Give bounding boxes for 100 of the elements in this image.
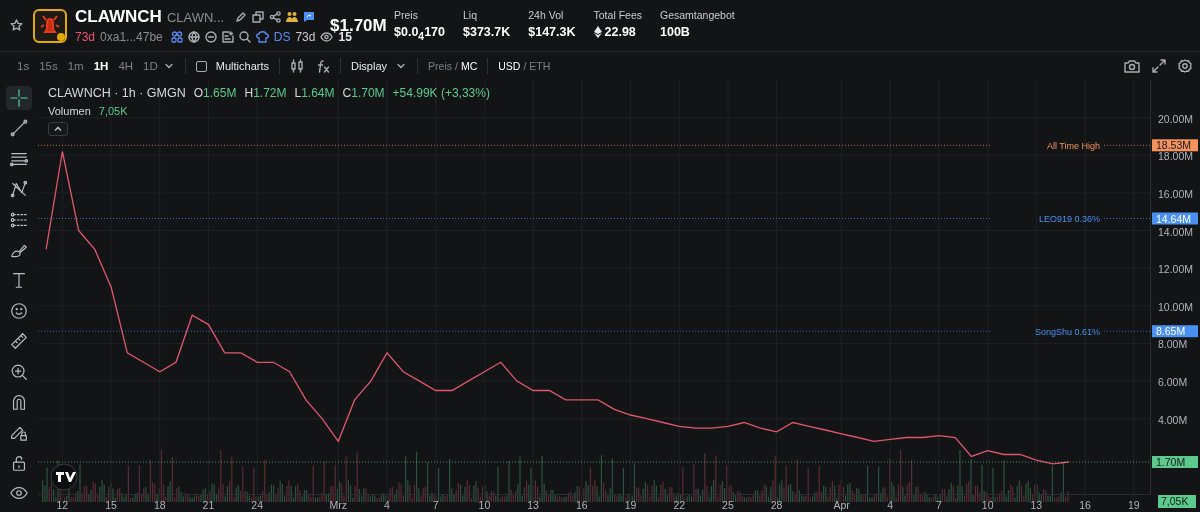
- date-axis-label: 16: [1079, 499, 1091, 511]
- volume-value: 7,05K: [98, 105, 128, 117]
- stat-value: 100B: [660, 25, 690, 40]
- camera-icon[interactable]: [1124, 59, 1140, 73]
- candles-icon[interactable]: [290, 59, 304, 73]
- stat-label: Gesamtangebot: [660, 9, 735, 22]
- stat-value: 22.98: [604, 25, 636, 40]
- date-axis-label: 12: [56, 499, 69, 511]
- date-axis-label: 7: [936, 499, 942, 511]
- people-icon[interactable]: [170, 31, 183, 43]
- pattern-icon: [9, 179, 29, 200]
- date-axis-label: 22: [673, 499, 686, 511]
- star-icon[interactable]: [10, 19, 23, 32]
- display-menu[interactable]: Display: [351, 60, 388, 72]
- stat-label: 24h Vol: [528, 9, 565, 22]
- price-axis-label: 4.00M: [1158, 413, 1188, 426]
- toggle-option[interactable]: USD: [498, 60, 521, 72]
- price-axis-label: 18.00M: [1158, 150, 1194, 163]
- date-axis-label: 18: [153, 499, 166, 511]
- toggle-separator: /: [523, 60, 527, 72]
- logo-icon: [50, 463, 78, 491]
- date-axis-label: 19: [1127, 499, 1140, 511]
- stat-value: $373.7K: [463, 25, 511, 40]
- eye-icon: [320, 31, 334, 43]
- date-axis-label: Apr: [833, 499, 850, 511]
- note-icon[interactable]: [221, 31, 234, 43]
- date-axis-label: 19: [624, 499, 637, 511]
- crosshair-tool[interactable]: [6, 86, 32, 110]
- price-line-label: All Time High: [1047, 140, 1100, 151]
- trend-line-icon: [9, 118, 29, 139]
- interval-tab[interactable]: 1H: [88, 60, 114, 72]
- token-symbol: CLAWNCH: [75, 7, 162, 27]
- date-axis-label: Mrz: [329, 499, 348, 511]
- search-icon[interactable]: [238, 31, 251, 43]
- interval-tab[interactable]: 1s: [12, 60, 35, 72]
- date-axis-label: 4: [887, 499, 894, 511]
- chef-hat-icon[interactable]: [255, 31, 269, 43]
- price-tag: 8.65M: [1152, 325, 1198, 338]
- expand-icon[interactable]: [1152, 59, 1166, 73]
- date-axis-label: 28: [770, 499, 783, 511]
- ds-label: DS: [273, 30, 291, 44]
- volume-label: Volumen: [48, 105, 91, 117]
- date-axis-label: 7: [432, 499, 439, 511]
- volume-tag: 7,05K: [1158, 495, 1196, 508]
- price-axis-label: 6.00M: [1158, 376, 1188, 389]
- interval-tab[interactable]: 1m: [62, 60, 89, 72]
- date-axis-label: 15: [105, 499, 117, 511]
- price-tag: 18.53M: [1152, 139, 1198, 152]
- interval-tab[interactable]: 15s: [34, 60, 63, 72]
- price-axis-label: 14.00M: [1158, 225, 1194, 238]
- globe-icon[interactable]: [187, 31, 200, 43]
- chat-icon[interactable]: [303, 11, 316, 23]
- ohlc-value: H1.72M: [244, 86, 287, 100]
- ohlc-value: C1.70M: [342, 86, 385, 100]
- share-icon[interactable]: [269, 11, 282, 23]
- ds-age: 73d: [295, 30, 316, 44]
- collapse-button[interactable]: [48, 122, 68, 136]
- ethereum-icon: [593, 26, 602, 39]
- price-axis-label: 8.00M: [1158, 338, 1188, 351]
- copy-icon[interactable]: [252, 11, 265, 23]
- price-tag: 14.64M: [1152, 212, 1198, 225]
- settings-icon[interactable]: [1178, 59, 1192, 73]
- toggle-option[interactable]: ETH: [529, 60, 551, 72]
- checkbox[interactable]: [195, 60, 207, 72]
- price-axis-label: 16.00M: [1158, 187, 1194, 200]
- token-name: CLAWN...: [166, 9, 225, 25]
- smiley-icon: [9, 300, 29, 321]
- toggle-option[interactable]: MC: [460, 60, 478, 72]
- date-axis-label: 13: [1030, 499, 1043, 511]
- contract-address[interactable]: 0xa1...47be: [100, 30, 163, 44]
- chart-title: CLAWNCH · 1h · GMGN: [48, 86, 186, 100]
- date-axis-label: 24: [251, 499, 263, 511]
- interval-tab[interactable]: 4H: [113, 60, 139, 72]
- date-axis-label: 21: [202, 499, 215, 511]
- ohlc-value: L1.64M: [294, 86, 335, 100]
- stat-label: Total Fees: [593, 9, 642, 22]
- minus-circle-icon[interactable]: [204, 31, 217, 43]
- price-tag: 1.70M: [1152, 456, 1198, 468]
- interval-tab[interactable]: 1D: [138, 60, 163, 72]
- pencil-icon[interactable]: [235, 11, 248, 23]
- stat-label: Preis: [394, 9, 419, 22]
- ohlc-value: O1.65M: [193, 86, 237, 100]
- date-axis-label: 25: [722, 499, 734, 511]
- caret-icon: [54, 126, 62, 132]
- price-line-label: LEO919 0.36%: [1038, 214, 1100, 224]
- watcher-count: 15: [338, 30, 352, 44]
- date-axis-label: 10: [478, 499, 491, 511]
- price-change: +54.99K (+3,33%): [392, 86, 490, 100]
- function-icon[interactable]: [316, 59, 330, 73]
- toggle-separator: /: [455, 60, 458, 72]
- toggle-option[interactable]: Preis: [428, 60, 452, 72]
- price-line-label: SongShu 0.61%: [1034, 326, 1100, 337]
- price-axis-label: 10.00M: [1158, 300, 1194, 313]
- crosshair-icon: [9, 88, 29, 108]
- people-icon[interactable]: [286, 11, 299, 23]
- multicharts-label[interactable]: Multicharts: [215, 60, 269, 72]
- price-axis-label: 20.00M: [1158, 112, 1194, 125]
- stat-value: $0.0$_{4}$170: [394, 25, 445, 42]
- date-axis-label: 4: [384, 499, 390, 511]
- ruler-icon: [9, 331, 29, 352]
